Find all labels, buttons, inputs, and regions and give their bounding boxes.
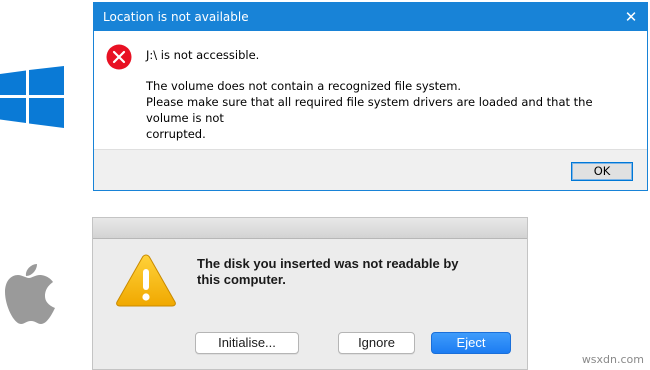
close-icon[interactable]: ✕ — [623, 3, 639, 31]
error-icon — [106, 44, 132, 70]
ignore-button[interactable]: Ignore — [338, 332, 415, 354]
eject-button[interactable]: Eject — [431, 332, 511, 354]
dialog-topbar — [93, 218, 527, 239]
error-message-line: The volume does not contain a recognized… — [146, 79, 462, 93]
error-message-line: Please make sure that all required file … — [146, 95, 593, 125]
windows-logo-icon — [0, 66, 64, 128]
dialog-footer: OK — [94, 149, 647, 190]
apple-logo-icon — [5, 264, 55, 324]
dialog-text: J:\ is not accessible. The volume does n… — [146, 44, 636, 142]
error-heading: J:\ is not accessible. — [146, 48, 260, 62]
windows-error-dialog: Location is not available ✕ J:\ is not a… — [93, 2, 648, 191]
error-message-line: corrupted. — [146, 127, 206, 141]
warning-icon — [116, 254, 176, 307]
ok-button[interactable]: OK — [571, 162, 633, 181]
page: Location is not available ✕ J:\ is not a… — [0, 0, 650, 370]
dialog-body: J:\ is not accessible. The volume does n… — [94, 31, 647, 149]
alert-message: The disk you inserted was not readable b… — [197, 256, 497, 288]
alert-message-line: this computer. — [197, 272, 286, 287]
mac-alert-dialog: The disk you inserted was not readable b… — [92, 217, 528, 370]
dialog-titlebar: Location is not available ✕ — [94, 3, 647, 31]
initialise-button[interactable]: Initialise... — [195, 332, 299, 354]
watermark: wsxdn.com — [581, 353, 644, 366]
alert-message-line: The disk you inserted was not readable b… — [197, 256, 459, 271]
dialog-title: Location is not available — [103, 10, 249, 24]
